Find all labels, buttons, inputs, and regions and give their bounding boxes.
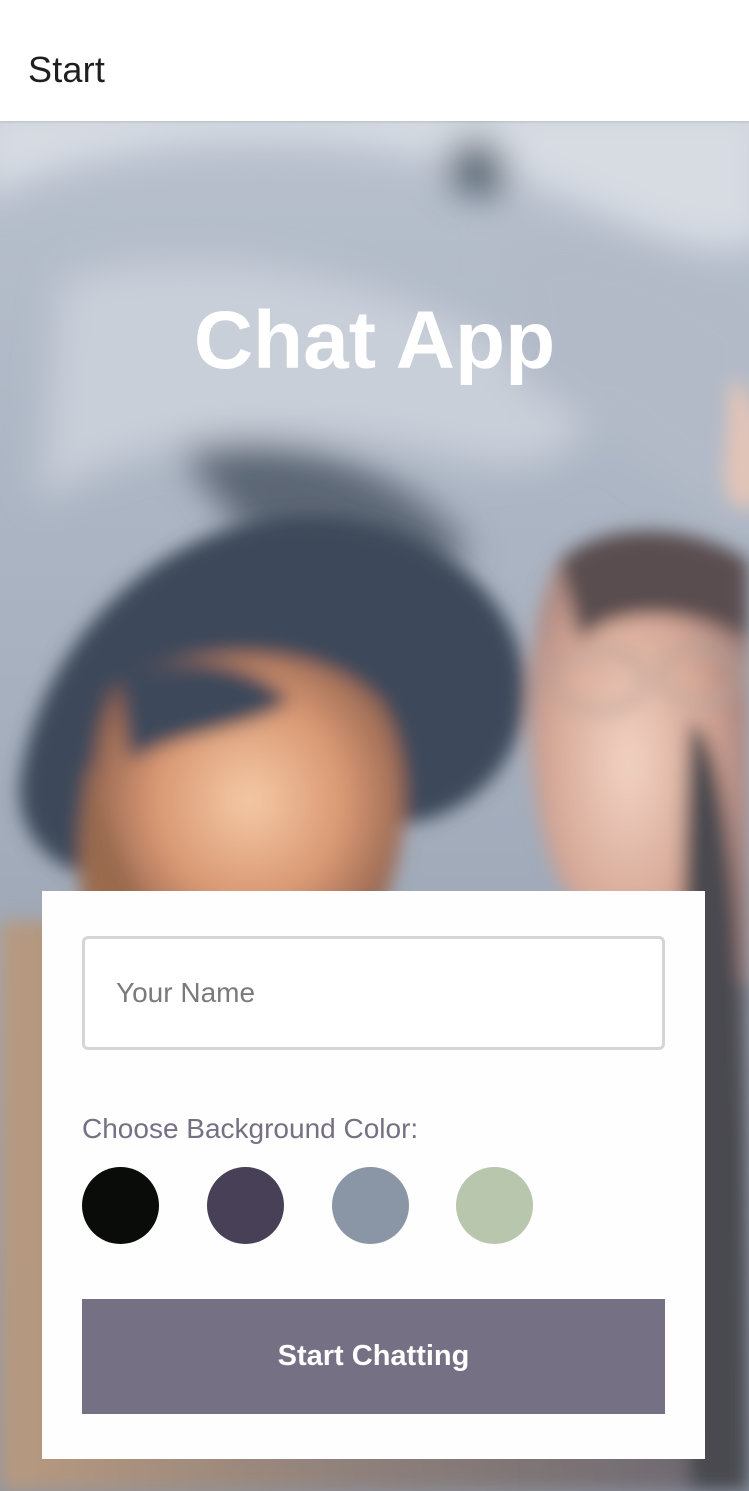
start-screen: Start Chat App Your Name Choose Backgrou… [0, 0, 749, 1491]
color-option-purple[interactable] [207, 1167, 284, 1244]
color-option-gray-blue[interactable] [332, 1167, 409, 1244]
background-color-label: Choose Background Color: [82, 1113, 419, 1144]
color-option-green[interactable] [456, 1167, 533, 1244]
app-title: Chat App [193, 295, 556, 386]
header-title: Start [28, 49, 106, 90]
app-header: Start [0, 0, 749, 121]
start-chatting-button[interactable]: Start Chatting [82, 1299, 665, 1414]
color-option-black[interactable] [82, 1167, 159, 1244]
name-input[interactable] [82, 936, 665, 1050]
login-form-panel: Choose Background Color: Start Chatting [42, 891, 705, 1459]
